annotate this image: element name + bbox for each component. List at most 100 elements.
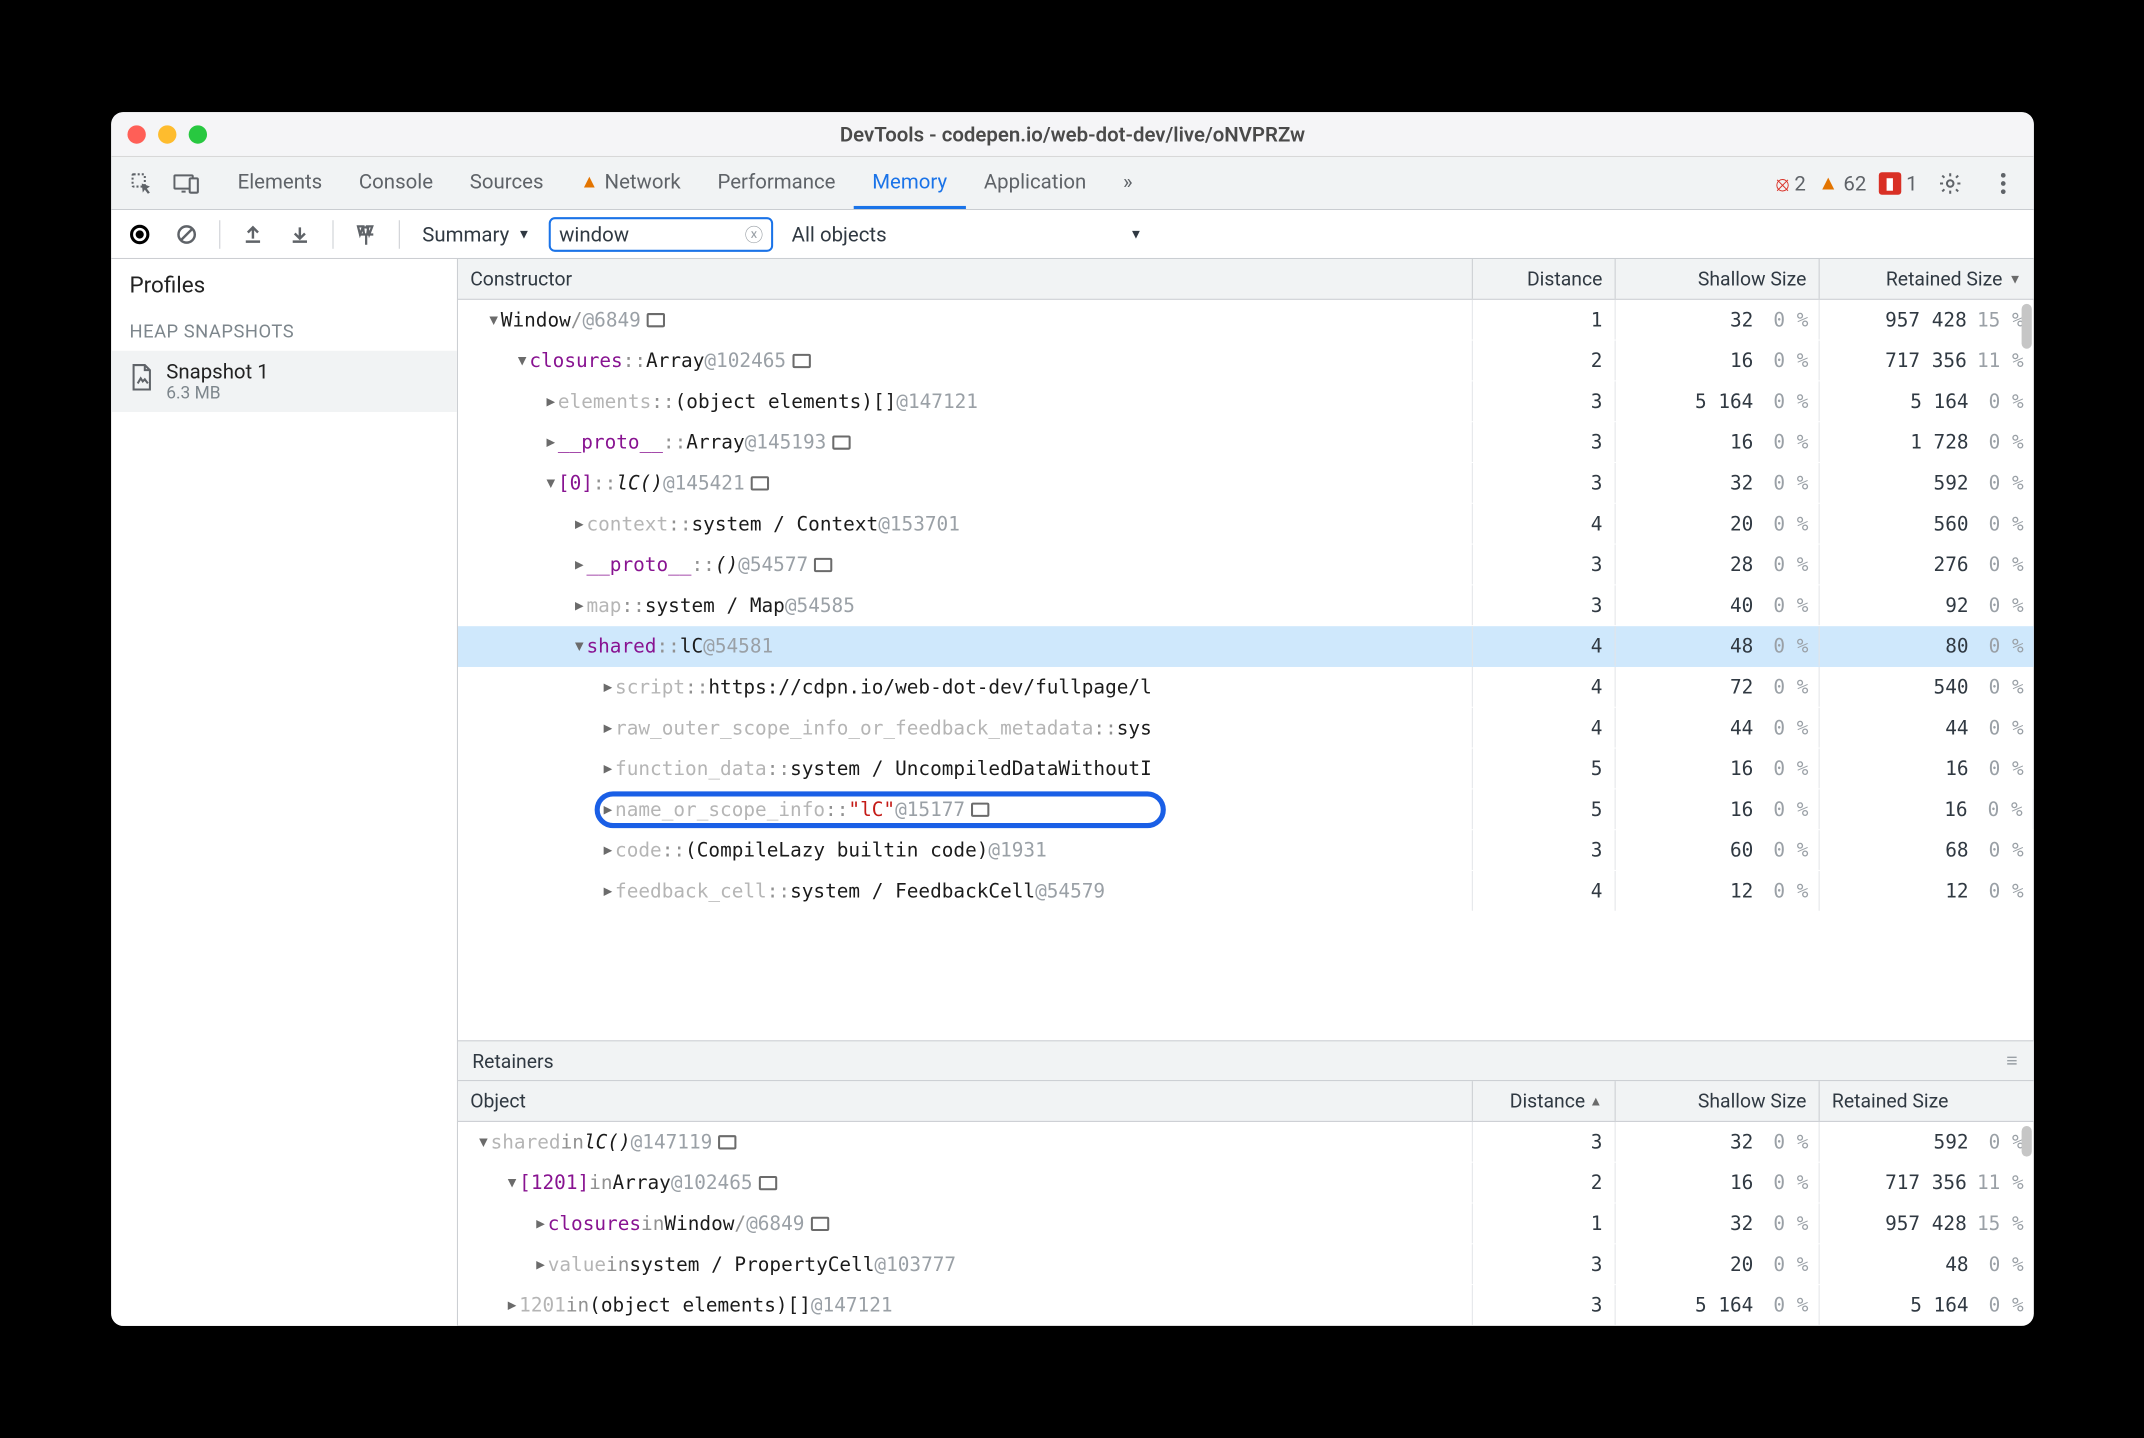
- table-row[interactable]: elements :: (object elements)[] @1471213…: [457, 381, 2033, 422]
- col-constructor[interactable]: Constructor: [457, 259, 1472, 299]
- upload-icon[interactable]: [234, 216, 271, 253]
- expand-icon[interactable]: [543, 434, 557, 450]
- tabs-overflow-button[interactable]: »: [1104, 157, 1150, 209]
- expand-icon[interactable]: [600, 842, 614, 858]
- tab-memory[interactable]: Memory: [853, 157, 965, 209]
- minimize-window-button[interactable]: [158, 125, 176, 143]
- inspect-element-icon[interactable]: [121, 163, 162, 204]
- table-row[interactable]: feedback_cell :: system / FeedbackCell @…: [457, 871, 2033, 912]
- tab-elements[interactable]: Elements: [219, 157, 340, 209]
- warnings-counter[interactable]: ▲ 62: [1818, 170, 1866, 196]
- expand-icon[interactable]: [600, 883, 614, 899]
- retained-size-cell: 480 %: [1819, 1244, 2033, 1284]
- expand-icon[interactable]: [600, 720, 614, 736]
- class-filter-input[interactable]: window ⓧ: [548, 217, 772, 252]
- shallow-size-cell: 600 %: [1615, 830, 1819, 870]
- table-row[interactable]: name_or_scope_info :: "lC" @151775160 %1…: [457, 789, 2033, 830]
- retainers-body[interactable]: shared in lC() @1471193320 %5920 % [1201…: [457, 1122, 2033, 1326]
- expand-icon[interactable]: [600, 760, 614, 776]
- table-row[interactable]: value in system / PropertyCell @10377732…: [457, 1244, 2033, 1285]
- col-distance[interactable]: Distance▲: [1472, 1081, 1615, 1121]
- snapshot-item[interactable]: Snapshot 1 6.3 MB: [111, 351, 457, 412]
- close-window-button[interactable]: [127, 125, 145, 143]
- tab-console[interactable]: Console: [340, 157, 451, 209]
- object-preview-icon[interactable]: [971, 802, 989, 816]
- clear-icon[interactable]: [168, 216, 205, 253]
- table-row[interactable]: raw_outer_scope_info_or_feedback_metadat…: [457, 708, 2033, 749]
- col-retained-size[interactable]: Retained Size▼: [1819, 259, 2033, 299]
- table-row[interactable]: context :: system / Context @1537014200 …: [457, 504, 2033, 545]
- tab-performance[interactable]: Performance: [699, 157, 854, 209]
- retained-size-cell: 5 1640 %: [1819, 1285, 2033, 1325]
- expand-icon[interactable]: [600, 679, 614, 695]
- object-preview-icon[interactable]: [646, 313, 664, 327]
- col-shallow-size[interactable]: Shallow Size: [1615, 1081, 1819, 1121]
- col-object[interactable]: Object: [457, 1081, 1472, 1121]
- object-preview-icon[interactable]: [810, 1216, 828, 1230]
- object-filter-select[interactable]: All objects ▼: [783, 222, 1150, 246]
- chevron-down-icon: ▼: [1129, 226, 1142, 242]
- expand-icon[interactable]: [533, 1215, 547, 1231]
- shallow-size-cell: 160 %: [1615, 1163, 1819, 1203]
- object-preview-icon[interactable]: [758, 1175, 776, 1189]
- object-preview-icon[interactable]: [814, 557, 832, 571]
- table-row[interactable]: shared in lC() @1471193320 %5920 %: [457, 1122, 2033, 1163]
- table-row[interactable]: [1201] in Array @1024652160 %717 35611 %: [457, 1163, 2033, 1204]
- object-preview-icon[interactable]: [792, 353, 810, 367]
- download-icon[interactable]: [281, 216, 318, 253]
- collapse-icon[interactable]: [515, 352, 529, 368]
- table-row[interactable]: code :: (CompileLazy builtin code) @1931…: [457, 830, 2033, 871]
- table-row[interactable]: Window / @68491320 %957 42815 %: [457, 300, 2033, 341]
- table-row[interactable]: __proto__ :: Array @1451933160 %1 7280 %: [457, 422, 2033, 463]
- expand-icon[interactable]: [600, 801, 614, 817]
- table-row[interactable]: 1201 in (object elements)[] @14712135 16…: [457, 1285, 2033, 1326]
- scrollbar-thumb[interactable]: [2021, 1126, 2031, 1157]
- expand-icon[interactable]: [572, 597, 586, 613]
- object-preview-icon[interactable]: [832, 435, 850, 449]
- table-row[interactable]: shared :: lC @545814480 %800 %: [457, 626, 2033, 667]
- memory-toolbar: Summary ▼ window ⓧ All objects ▼: [111, 210, 2034, 259]
- collapse-icon[interactable]: [476, 1134, 490, 1150]
- col-shallow-size[interactable]: Shallow Size: [1615, 259, 1819, 299]
- retainers-bar[interactable]: Retainers ≡: [457, 1040, 2033, 1081]
- table-row[interactable]: map :: system / Map @545853400 %920 %: [457, 585, 2033, 626]
- record-icon[interactable]: [121, 216, 158, 253]
- expand-icon[interactable]: [533, 1256, 547, 1272]
- collect-garbage-icon[interactable]: [347, 216, 384, 253]
- table-row[interactable]: script :: https://cdpn.io/web-dot-dev/fu…: [457, 667, 2033, 708]
- col-distance[interactable]: Distance: [1472, 259, 1615, 299]
- collapse-icon[interactable]: [504, 1174, 518, 1190]
- shallow-size-cell: 280 %: [1615, 545, 1819, 585]
- expand-icon[interactable]: [504, 1297, 518, 1313]
- table-row[interactable]: closures in Window / @68491320 %957 4281…: [457, 1204, 2033, 1245]
- errors-counter[interactable]: ⦻ 2: [1775, 171, 1805, 195]
- tab-network[interactable]: ▲Network: [561, 157, 698, 209]
- clear-filter-icon[interactable]: ⓧ: [744, 221, 762, 248]
- expand-icon[interactable]: [572, 556, 586, 572]
- expand-icon[interactable]: [572, 516, 586, 532]
- issues-counter[interactable]: ▮ 1: [1878, 171, 1917, 195]
- collapse-icon[interactable]: [572, 638, 586, 654]
- drag-handle-icon[interactable]: ≡: [2006, 1048, 2019, 1072]
- kebab-menu-icon[interactable]: [1982, 163, 2023, 204]
- table-row[interactable]: closures :: Array @1024652160 %717 35611…: [457, 341, 2033, 382]
- collapse-icon[interactable]: [486, 312, 500, 328]
- tab-sources[interactable]: Sources: [451, 157, 561, 209]
- table-row[interactable]: function_data :: system / UncompiledData…: [457, 749, 2033, 790]
- object-preview-icon[interactable]: [718, 1135, 736, 1149]
- constructors-body[interactable]: Window / @68491320 %957 42815 % closures…: [457, 300, 2033, 1041]
- expand-icon[interactable]: [543, 393, 557, 409]
- retained-size-cell: 5400 %: [1819, 667, 2033, 707]
- settings-icon[interactable]: [1929, 163, 1970, 204]
- table-row[interactable]: [0] :: lC() @1454213320 %5920 %: [457, 463, 2033, 504]
- tab-application[interactable]: Application: [965, 157, 1104, 209]
- device-toolbar-icon[interactable]: [166, 163, 207, 204]
- view-mode-select[interactable]: Summary ▼: [414, 222, 539, 246]
- retained-size-cell: 717 35611 %: [1819, 1163, 2033, 1203]
- col-retained-size[interactable]: Retained Size: [1819, 1081, 2033, 1121]
- collapse-icon[interactable]: [543, 475, 557, 491]
- table-row[interactable]: __proto__ :: () @545773280 %2760 %: [457, 545, 2033, 586]
- scrollbar-thumb[interactable]: [2021, 304, 2031, 349]
- zoom-window-button[interactable]: [188, 125, 206, 143]
- object-preview-icon[interactable]: [750, 476, 768, 490]
